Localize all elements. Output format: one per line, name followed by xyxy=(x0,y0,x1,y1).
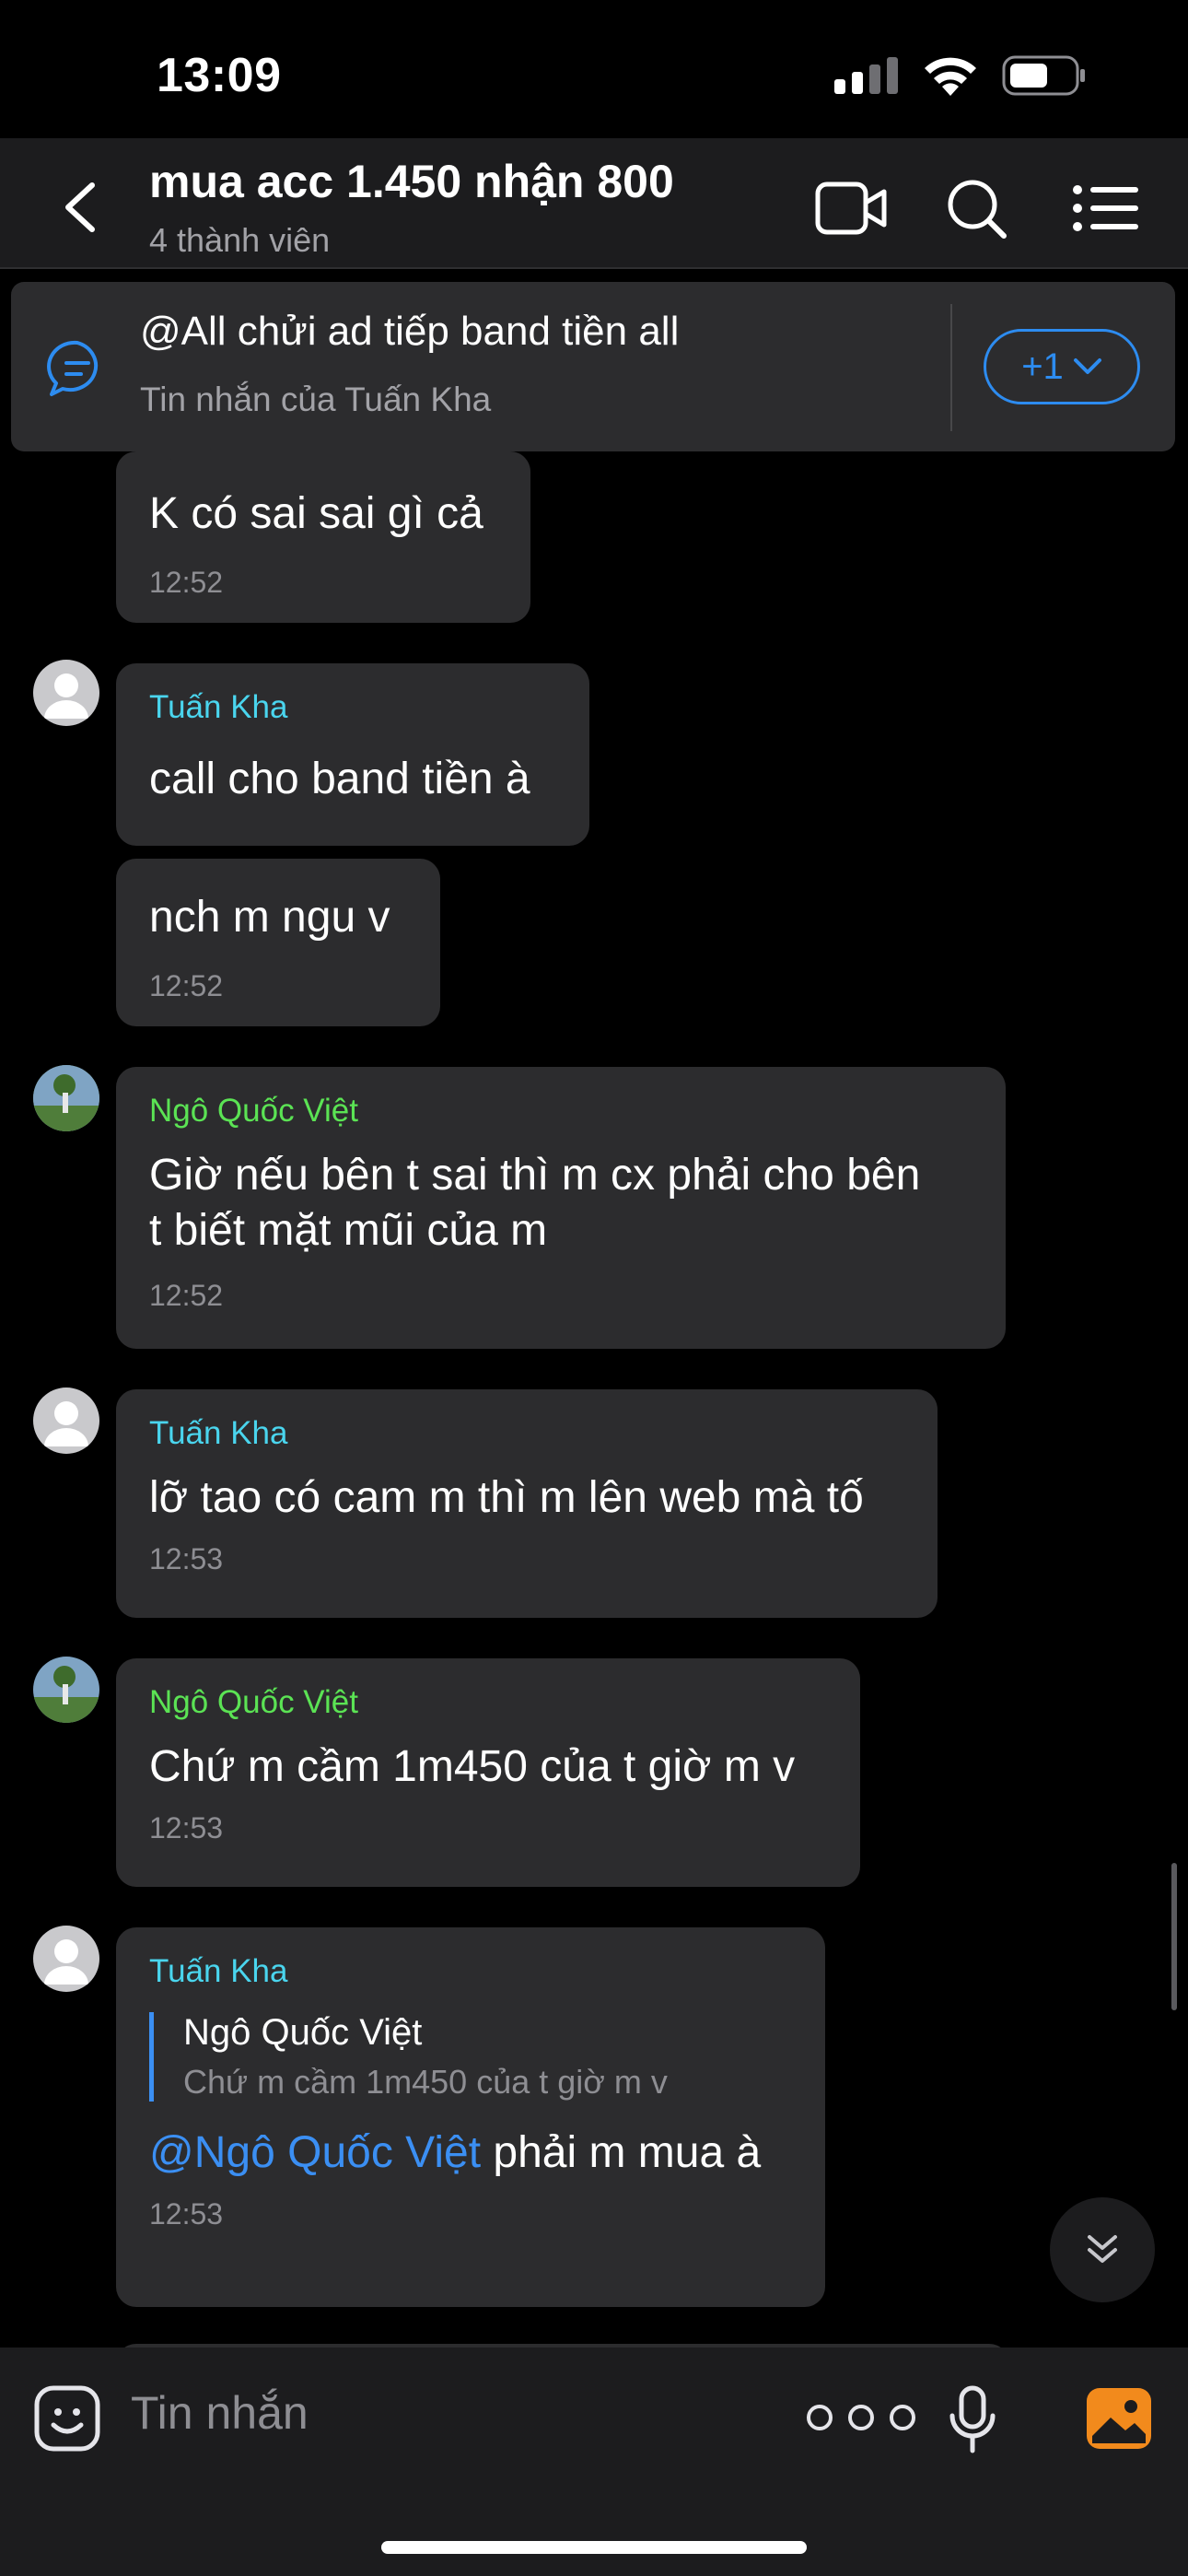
status-time: 13:09 xyxy=(157,49,282,102)
scrollbar[interactable] xyxy=(1171,1863,1177,2010)
home-indicator xyxy=(381,2541,807,2554)
pinned-divider xyxy=(950,304,952,431)
message-text-line-2: t biết mặt mũi của m xyxy=(149,1206,548,1255)
message-text: @Ngô Quốc Việt phải m mua à xyxy=(149,2125,792,2181)
message-time: 12:53 xyxy=(149,1542,224,1575)
quoted-message[interactable]: Ngô Quốc Việt Chứ m cầm 1m450 của t giờ … xyxy=(149,2012,792,2102)
scroll-to-bottom-button[interactable] xyxy=(1050,2197,1155,2302)
message-time: 12:53 xyxy=(149,1811,224,1844)
message-bubble[interactable]: nch m ngu v 12:52 xyxy=(116,859,440,1026)
chevron-down-icon xyxy=(1073,358,1101,374)
message-text: lỡ tao có cam m thì m lên web mà tố xyxy=(149,1473,864,1522)
more-pinned-label: +1 xyxy=(1021,345,1064,387)
message-text: nch m ngu v xyxy=(149,893,390,942)
message-bubble[interactable]: K có sai sai gì cả 12:52 xyxy=(116,451,530,623)
sender-name[interactable]: Tuấn Kha xyxy=(149,1953,792,1990)
message-bubble[interactable]: Ngô Quốc Việt Giờ nếu bên t sai thì m cx… xyxy=(116,1067,1006,1349)
mention-link[interactable]: @Ngô Quốc Việt xyxy=(149,2128,481,2177)
avatar[interactable] xyxy=(33,1926,99,1992)
user-photo xyxy=(33,1657,99,1723)
user-placeholder-icon xyxy=(44,1401,88,1446)
message-bubble[interactable]: Tuấn Kha lỡ tao có cam m thì m lên web m… xyxy=(116,1389,938,1618)
user-placeholder-icon xyxy=(44,673,88,719)
message-text-line-1: Giờ nếu bên t sai thì m cx phải cho bên xyxy=(149,1151,921,1200)
photo-gallery-icon[interactable] xyxy=(1085,2386,1153,2451)
avatar[interactable] xyxy=(33,1065,99,1131)
pinned-message-author: Tin nhắn của Tuấn Kha xyxy=(140,381,492,418)
sender-name[interactable]: Tuấn Kha xyxy=(149,689,556,726)
back-icon[interactable] xyxy=(57,180,103,235)
battery-icon xyxy=(1002,55,1085,96)
video-call-icon[interactable] xyxy=(814,175,888,241)
pinned-message-icon xyxy=(47,340,99,396)
search-icon[interactable] xyxy=(939,175,1013,241)
message-text: Chứ m cầm 1m450 của t giờ m v xyxy=(149,1742,796,1791)
quoted-sender: Ngô Quốc Việt xyxy=(183,2012,423,2053)
signal-icon xyxy=(834,57,898,94)
chat-title[interactable]: mua acc 1.450 nhận 800 xyxy=(149,155,674,208)
pinned-message-text: @All chửi ad tiếp band tiền all xyxy=(140,309,680,354)
avatar[interactable] xyxy=(33,1657,99,1723)
status-icons xyxy=(834,55,1087,96)
message-time: 12:52 xyxy=(149,969,224,1002)
sticker-icon[interactable] xyxy=(33,2384,101,2453)
message-text: call cho band tiền à xyxy=(149,755,530,803)
message-bubble[interactable]: Tuấn Kha call cho band tiền à xyxy=(116,663,589,846)
message-time: 12:53 xyxy=(149,2197,224,2231)
user-placeholder-icon xyxy=(44,1939,88,1985)
avatar[interactable] xyxy=(33,1388,99,1454)
header-divider xyxy=(0,267,1188,269)
message-text: K có sai sai gì cả xyxy=(149,489,483,538)
quoted-text: Chứ m cầm 1m450 của t giờ m v xyxy=(183,2063,668,2101)
microphone-icon[interactable] xyxy=(949,2384,996,2454)
menu-list-icon[interactable] xyxy=(1068,175,1142,241)
message-bubble[interactable]: Ngô Quốc Việt Chứ m cầm 1m450 của t giờ … xyxy=(116,1658,860,1887)
message-bubble[interactable]: Tuấn Kha Ngô Quốc Việt Chứ m cầm 1m450 c… xyxy=(116,1927,825,2307)
sender-name[interactable]: Ngô Quốc Việt xyxy=(149,1093,973,1130)
user-photo xyxy=(33,1065,99,1131)
message-time: 12:52 xyxy=(149,1279,224,1312)
sender-name[interactable]: Tuấn Kha xyxy=(149,1415,904,1452)
wifi-icon xyxy=(925,57,976,96)
message-time: 12:52 xyxy=(149,566,224,599)
double-chevron-down-icon xyxy=(1088,2235,1117,2263)
member-count[interactable]: 4 thành viên xyxy=(149,221,330,260)
message-input[interactable]: Tin nhắn xyxy=(131,2386,309,2440)
more-options-icon[interactable] xyxy=(801,2399,921,2436)
more-pinned-button[interactable]: +1 xyxy=(984,329,1140,404)
message-body: phải m mua à xyxy=(481,2128,762,2177)
avatar[interactable] xyxy=(33,660,99,726)
sender-name[interactable]: Ngô Quốc Việt xyxy=(149,1684,827,1721)
